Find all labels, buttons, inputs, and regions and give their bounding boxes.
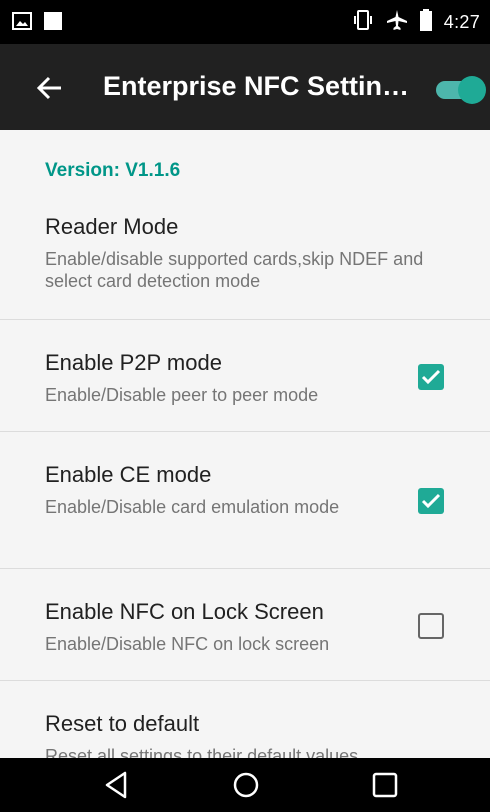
nav-recents-button[interactable] <box>369 769 401 801</box>
battery-icon <box>419 8 432 36</box>
nav-home-button[interactable] <box>230 769 262 801</box>
p2p-mode-item[interactable]: Enable P2P mode Enable/Disable peer to p… <box>0 320 490 432</box>
lock-screen-nfc-summary: Enable/Disable NFC on lock screen <box>45 634 330 654</box>
version-label: Version: V1.1.6 <box>45 160 181 181</box>
status-bar: 4:27 <box>0 0 490 44</box>
home-circle-icon <box>233 772 259 798</box>
p2p-mode-checkbox[interactable] <box>418 364 444 390</box>
arrow-back-icon <box>36 76 61 100</box>
status-time: 4:27 <box>443 11 480 32</box>
reset-default-summary: Reset all settings to their default valu… <box>45 746 359 758</box>
toggle-thumb <box>458 76 486 104</box>
ce-mode-checkbox[interactable] <box>418 488 444 514</box>
lock-screen-nfc-item[interactable]: Enable NFC on Lock Screen Enable/Disable… <box>0 569 490 681</box>
settings-list[interactable]: Version: V1.1.6 Reader Mode Enable/disab… <box>0 130 490 758</box>
status-right: 4:27 <box>352 8 480 36</box>
ce-mode-item[interactable]: Enable CE mode Enable/Disable card emula… <box>0 432 490 568</box>
p2p-mode-summary: Enable/Disable peer to peer mode <box>45 385 319 405</box>
reader-mode-summary: Enable/disable supported cards,skip NDEF… <box>45 249 424 291</box>
back-triangle-icon <box>105 771 127 799</box>
app-bar: Enterprise NFC Settin… <box>0 44 490 130</box>
image-icon <box>12 12 32 35</box>
check-icon <box>421 493 441 509</box>
vibrate-icon <box>352 9 374 35</box>
airplane-icon <box>386 9 408 36</box>
nfc-master-toggle[interactable] <box>436 74 488 104</box>
reset-default-item[interactable]: Reset to default Reset all settings to t… <box>0 681 490 758</box>
back-button[interactable] <box>30 68 70 108</box>
recents-square-icon <box>372 772 398 798</box>
reset-default-title: Reset to default <box>45 711 200 736</box>
nav-back-button[interactable] <box>101 769 133 801</box>
navigation-bar <box>0 758 490 812</box>
ce-mode-summary: Enable/Disable card emulation mode <box>45 497 340 517</box>
check-icon <box>421 369 441 385</box>
ce-mode-title: Enable CE mode <box>45 462 212 487</box>
reader-mode-title: Reader Mode <box>45 214 179 239</box>
p2p-mode-title: Enable P2P mode <box>45 350 222 375</box>
status-left <box>12 12 62 35</box>
reader-mode-item[interactable]: Reader Mode Enable/disable supported car… <box>0 208 490 320</box>
lock-screen-nfc-title: Enable NFC on Lock Screen <box>45 599 324 624</box>
square-icon <box>44 12 62 35</box>
page-title: Enterprise NFC Settin… <box>103 71 410 101</box>
lock-screen-nfc-checkbox[interactable] <box>418 613 444 639</box>
